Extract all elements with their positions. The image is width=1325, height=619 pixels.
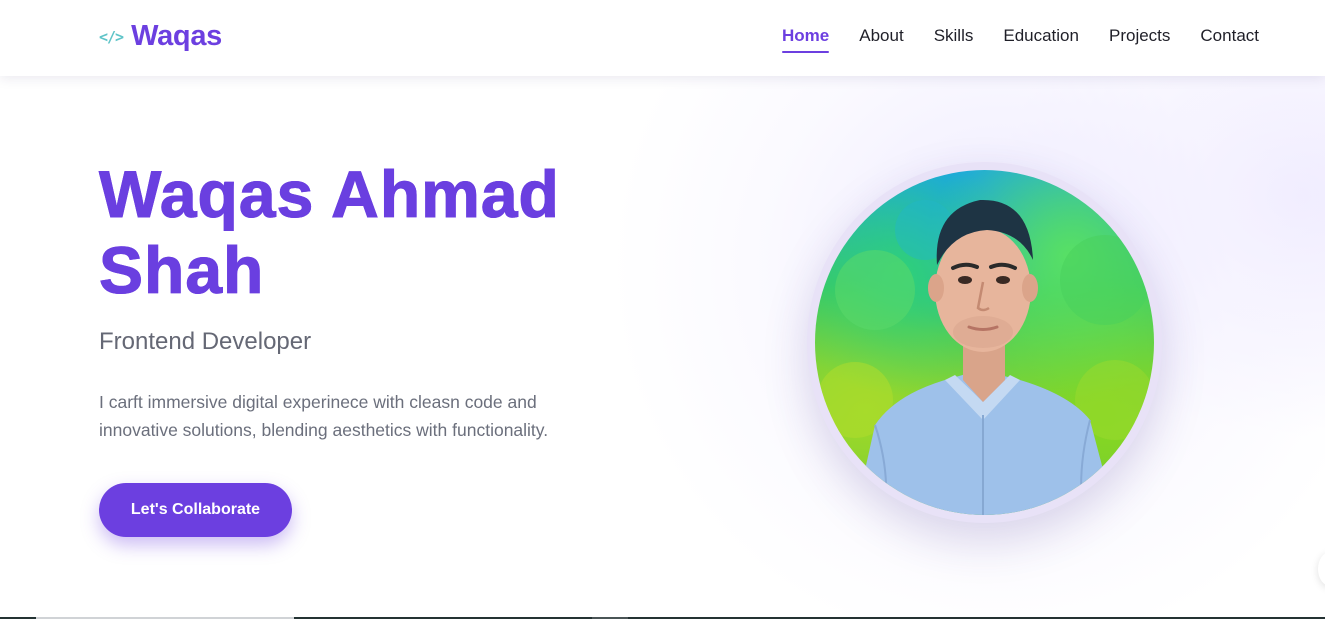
nav-link-about[interactable]: About [859,26,903,53]
hero-title-line2: Shah [98,233,265,308]
nav-link-contact[interactable]: Contact [1200,26,1259,53]
person-portrait-icon [817,199,1154,515]
hero-description: I carft immersive digital experinece wit… [99,392,549,440]
code-icon: </> [99,27,124,46]
collaborate-button[interactable]: Let's Collaborate [99,483,292,537]
nav-link-education[interactable]: Education [1003,26,1079,53]
nav-links: Home About Skills Education Projects Con… [782,26,1259,46]
profile-photo-frame [807,162,1162,523]
navbar: </> Waqas Home About Skills Education Pr… [0,0,1325,76]
brand-logo[interactable]: </> Waqas [99,20,222,53]
hero-subtitle: Frontend Developer [99,328,312,355]
brand-name: Waqas [131,20,222,52]
profile-photo [815,170,1154,515]
nav-link-home[interactable]: Home [782,26,829,53]
nav-link-skills[interactable]: Skills [934,26,974,53]
nav-link-projects[interactable]: Projects [1109,26,1170,53]
hero-section: Waqas Ahmad Shah Frontend Developer I ca… [0,76,1325,619]
hero-title-line1: Waqas Ahmad [99,157,560,232]
hero-title: Waqas Ahmad Shah [98,156,659,308]
